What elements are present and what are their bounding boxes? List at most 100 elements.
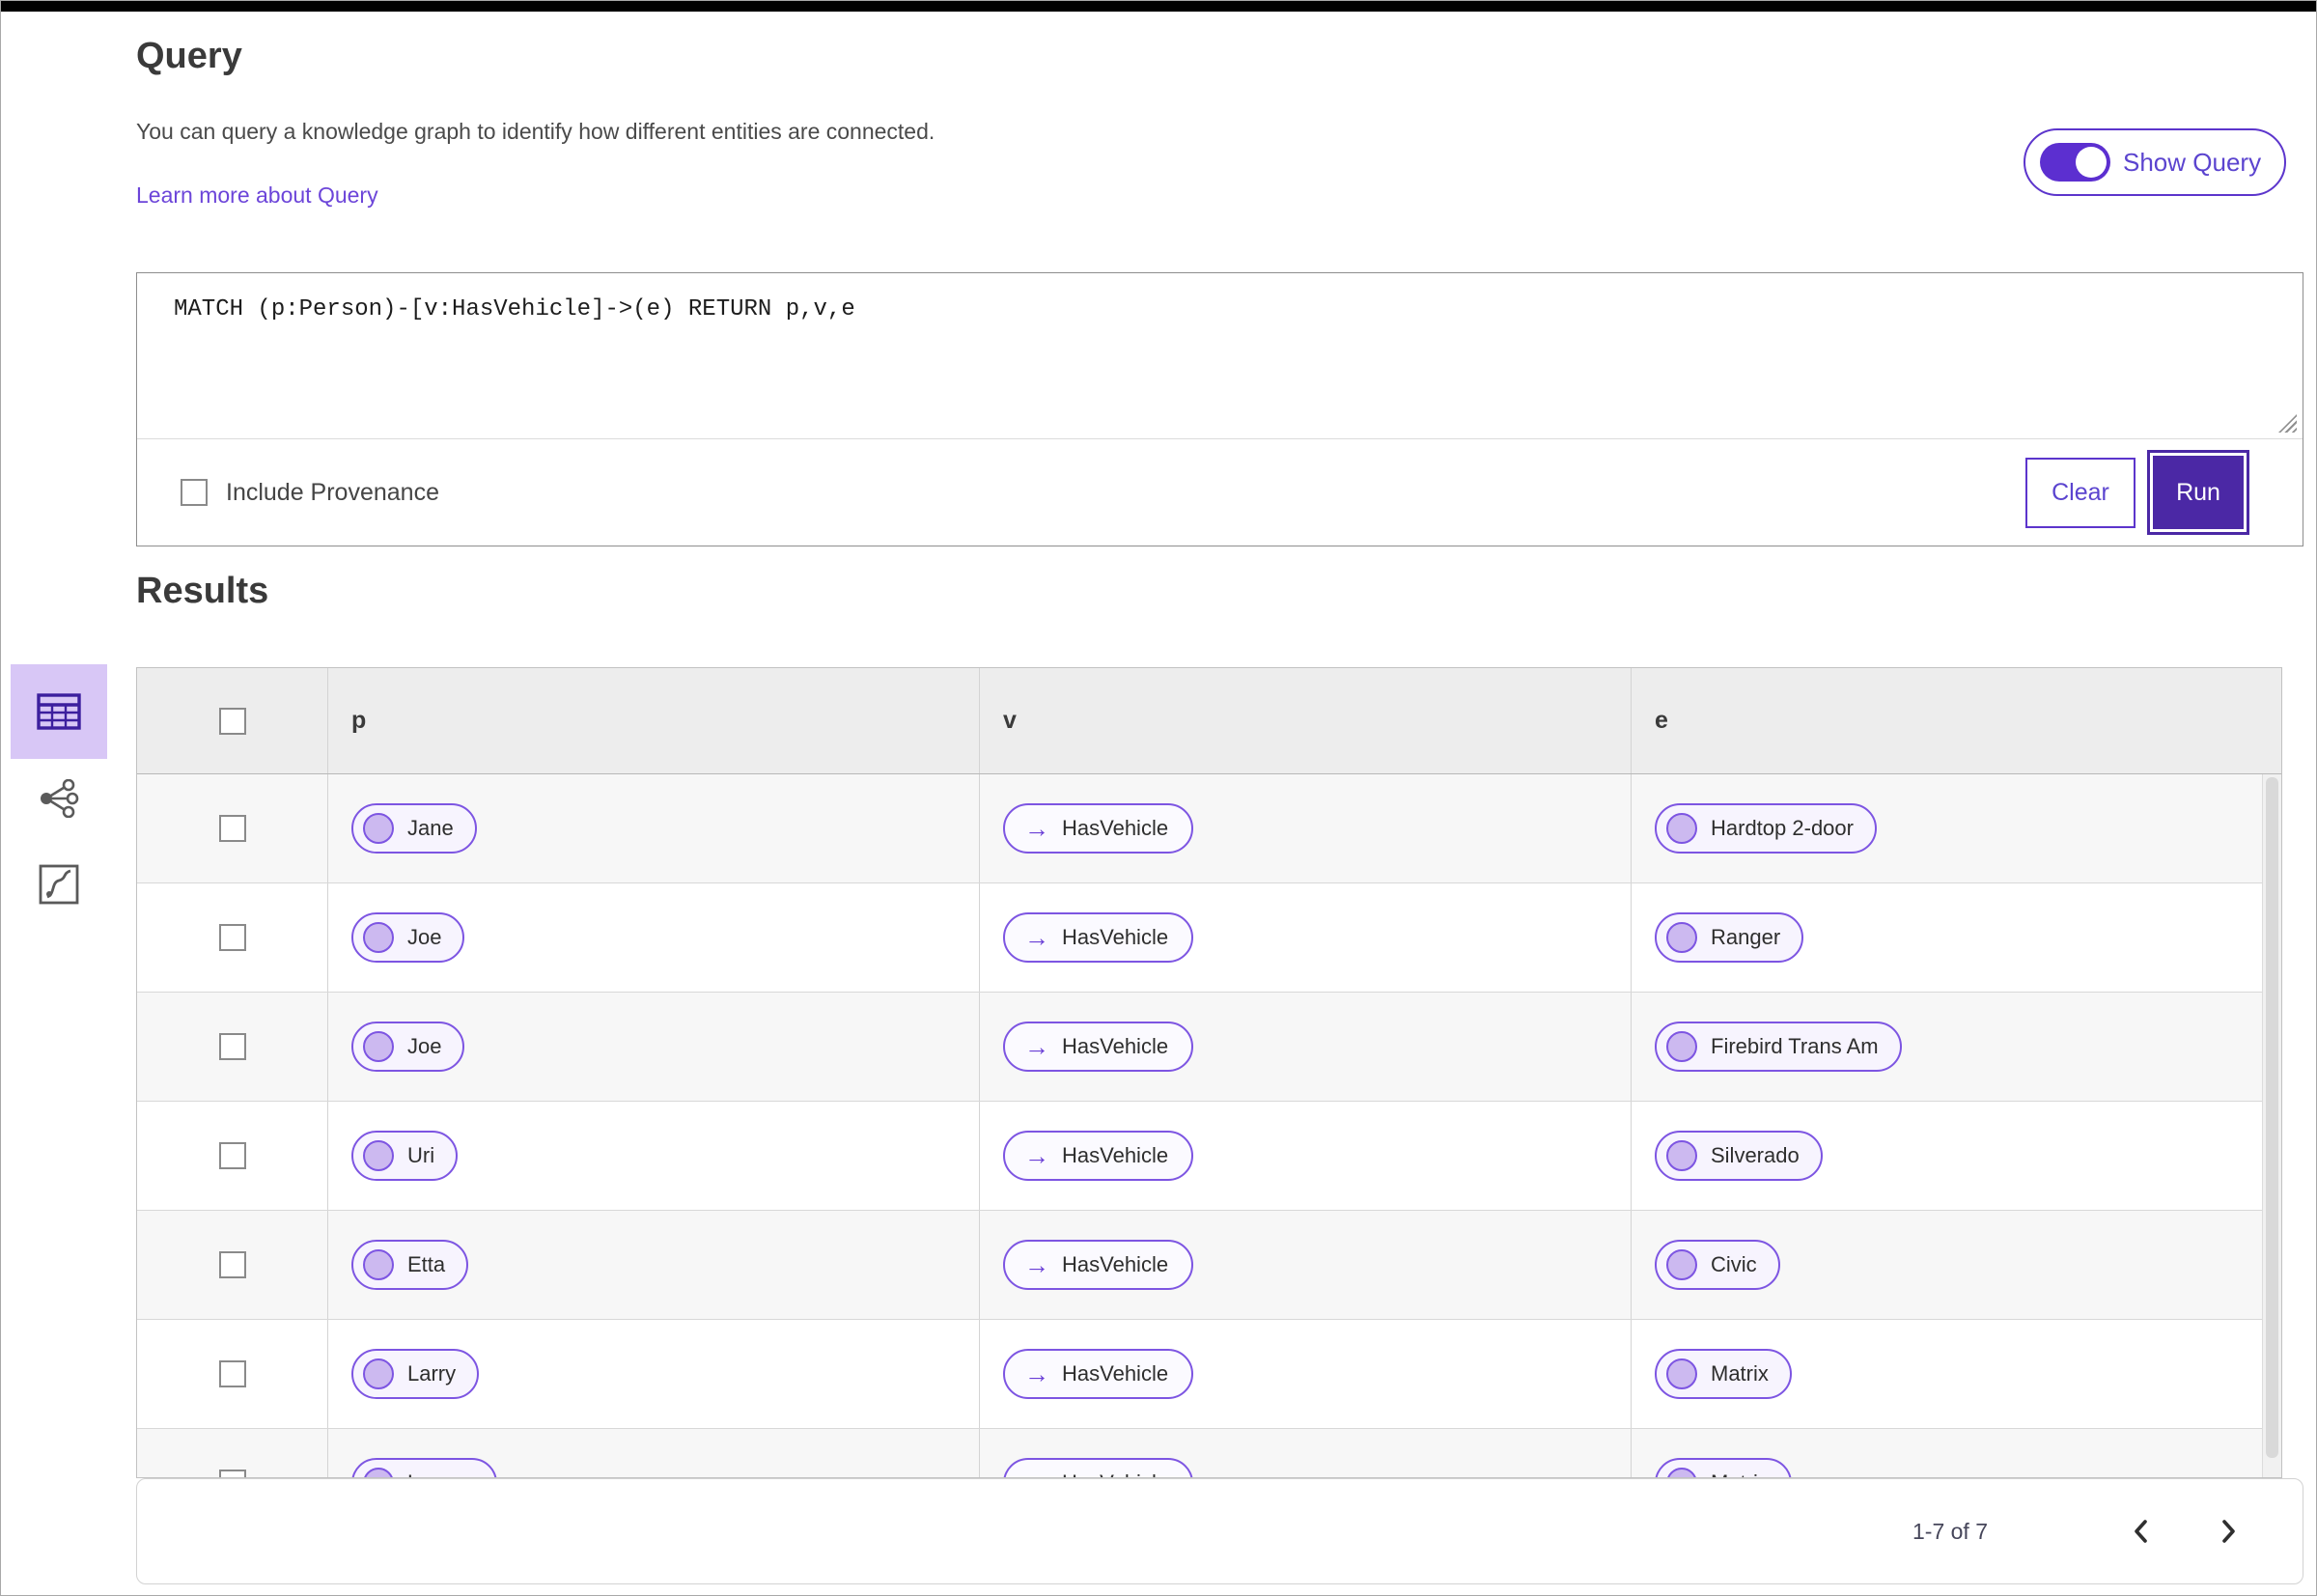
- arrow-right-icon: →: [1024, 1359, 1049, 1388]
- results-table: p v e Jane → HasVehicle Hardtop 2-door J…: [136, 667, 2282, 1478]
- table-header-row: p v e: [137, 668, 2281, 774]
- node-pill-label: Etta: [407, 1252, 446, 1276]
- table-row: Jane → HasVehicle Hardtop 2-door: [137, 774, 2281, 883]
- table-row: Joe → HasVehicle Firebird Trans Am: [137, 993, 2281, 1102]
- node-pill-e[interactable]: Matrix: [1655, 1349, 1792, 1399]
- chevron-right-icon: [2222, 1520, 2235, 1543]
- node-pill-p[interactable]: Lauren: [351, 1458, 497, 1477]
- arrow-right-icon: →: [1024, 814, 1049, 843]
- node-pill-label: Uri: [407, 1143, 435, 1167]
- node-circle-icon: [363, 1358, 394, 1389]
- node-circle-icon: [363, 1249, 394, 1280]
- edge-pill-label: HasVehicle: [1062, 816, 1169, 840]
- edge-pill-label: HasVehicle: [1062, 1361, 1169, 1386]
- node-pill-label: Matrix: [1711, 1470, 1769, 1477]
- pagination-range-label: 1-7 of 7: [1912, 1518, 1988, 1544]
- view-switcher-graph[interactable]: [11, 773, 107, 824]
- node-pill-label: Matrix: [1711, 1361, 1769, 1386]
- edge-pill-v[interactable]: → HasVehicle: [1003, 1240, 1194, 1290]
- select-all-checkbox[interactable]: [218, 707, 246, 735]
- row-checkbox[interactable]: [218, 1033, 246, 1060]
- edge-pill-label: HasVehicle: [1062, 1034, 1169, 1058]
- pagination-next-button[interactable]: [2210, 1511, 2247, 1552]
- node-pill-label: Lauren: [407, 1470, 474, 1477]
- page: Query You can query a knowledge graph to…: [0, 0, 2317, 1596]
- show-query-toggle[interactable]: Show Query: [2024, 128, 2286, 196]
- include-provenance-checkbox[interactable]: [181, 479, 208, 506]
- row-checkbox[interactable]: [218, 1142, 246, 1169]
- row-checkbox[interactable]: [218, 1251, 246, 1278]
- table-row: Joe → HasVehicle Ranger: [137, 883, 2281, 993]
- node-pill-p[interactable]: Jane: [351, 803, 477, 854]
- node-pill-e[interactable]: Ranger: [1655, 912, 1804, 963]
- node-pill-e[interactable]: Civic: [1655, 1240, 1780, 1290]
- node-pill-p[interactable]: Larry: [351, 1349, 480, 1399]
- node-circle-icon: [1666, 1468, 1697, 1477]
- row-checkbox[interactable]: [218, 815, 246, 842]
- node-pill-label: Joe: [407, 1034, 442, 1058]
- node-pill-p[interactable]: Etta: [351, 1240, 469, 1290]
- query-section-title: Query: [136, 36, 242, 76]
- column-header-v: v: [980, 668, 1632, 773]
- node-pill-label: Jane: [407, 816, 454, 840]
- edge-pill-v[interactable]: → HasVehicle: [1003, 1022, 1194, 1072]
- node-pill-e[interactable]: Firebird Trans Am: [1655, 1022, 1902, 1072]
- show-query-label: Show Query: [2123, 147, 2262, 177]
- row-checkbox[interactable]: [218, 1470, 246, 1477]
- run-button[interactable]: Run: [2153, 456, 2244, 529]
- node-pill-p[interactable]: Joe: [351, 912, 465, 963]
- node-pill-p[interactable]: Uri: [351, 1131, 459, 1181]
- node-pill-label: Silverado: [1711, 1143, 1800, 1167]
- table-view-icon: [37, 693, 81, 730]
- edge-pill-v[interactable]: → HasVehicle: [1003, 803, 1194, 854]
- include-provenance-label: Include Provenance: [226, 478, 439, 506]
- chart-view-icon: [39, 864, 79, 905]
- query-description: You can query a knowledge graph to ident…: [136, 119, 935, 144]
- node-circle-icon: [1666, 922, 1697, 953]
- edge-pill-v[interactable]: → HasVehicle: [1003, 912, 1194, 963]
- node-pill-p[interactable]: Joe: [351, 1022, 465, 1072]
- column-header-p: p: [328, 668, 980, 773]
- arrow-right-icon: →: [1024, 1141, 1049, 1170]
- node-circle-icon: [1666, 1358, 1697, 1389]
- view-switcher-chart[interactable]: [11, 857, 107, 911]
- node-circle-icon: [1666, 1031, 1697, 1062]
- table-row: Lauren → HasVehicle Matrix: [137, 1429, 2281, 1477]
- toggle-switch-icon[interactable]: [2040, 143, 2110, 182]
- scrollbar-thumb[interactable]: [2266, 777, 2278, 1458]
- pagination-bar: 1-7 of 7: [136, 1478, 2303, 1584]
- node-pill-e[interactable]: Matrix: [1655, 1458, 1792, 1477]
- view-switcher-table[interactable]: [11, 664, 107, 759]
- table-row: Larry → HasVehicle Matrix: [137, 1320, 2281, 1429]
- node-circle-icon: [1666, 1140, 1697, 1171]
- node-pill-label: Larry: [407, 1361, 457, 1386]
- node-circle-icon: [363, 813, 394, 844]
- vertical-scrollbar: [2262, 774, 2281, 1477]
- node-pill-label: Civic: [1711, 1252, 1757, 1276]
- row-checkbox[interactable]: [218, 924, 246, 951]
- table-row: Etta → HasVehicle Civic: [137, 1211, 2281, 1320]
- node-pill-e[interactable]: Hardtop 2-door: [1655, 803, 1877, 854]
- top-black-bar: [1, 1, 2316, 12]
- learn-more-link[interactable]: Learn more about Query: [136, 182, 378, 209]
- edge-pill-v[interactable]: → HasVehicle: [1003, 1131, 1194, 1181]
- pagination-prev-button[interactable]: [2123, 1511, 2160, 1552]
- query-editor-input[interactable]: MATCH (p:Person)-[v:HasVehicle]->(e) RET…: [137, 273, 2303, 438]
- query-editor-panel: MATCH (p:Person)-[v:HasVehicle]->(e) RET…: [136, 272, 2303, 546]
- edge-pill-v[interactable]: → HasVehicle: [1003, 1458, 1194, 1477]
- arrow-right-icon: →: [1024, 1032, 1049, 1061]
- node-pill-e[interactable]: Silverado: [1655, 1131, 1823, 1181]
- arrow-right-icon: →: [1024, 1250, 1049, 1279]
- clear-button[interactable]: Clear: [2025, 457, 2136, 528]
- edge-pill-label: HasVehicle: [1062, 1470, 1168, 1477]
- edge-pill-label: HasVehicle: [1062, 1143, 1169, 1167]
- results-section-title: Results: [136, 571, 269, 611]
- node-pill-label: Ranger: [1711, 925, 1781, 949]
- query-action-bar: Include Provenance Clear Run: [137, 439, 2303, 546]
- edge-pill-v[interactable]: → HasVehicle: [1003, 1349, 1194, 1399]
- run-button-focus-ring: Run: [2147, 450, 2249, 535]
- arrow-right-icon: →: [1024, 1470, 1049, 1477]
- row-checkbox[interactable]: [218, 1360, 246, 1387]
- node-circle-icon: [363, 1468, 394, 1477]
- node-circle-icon: [363, 1031, 394, 1062]
